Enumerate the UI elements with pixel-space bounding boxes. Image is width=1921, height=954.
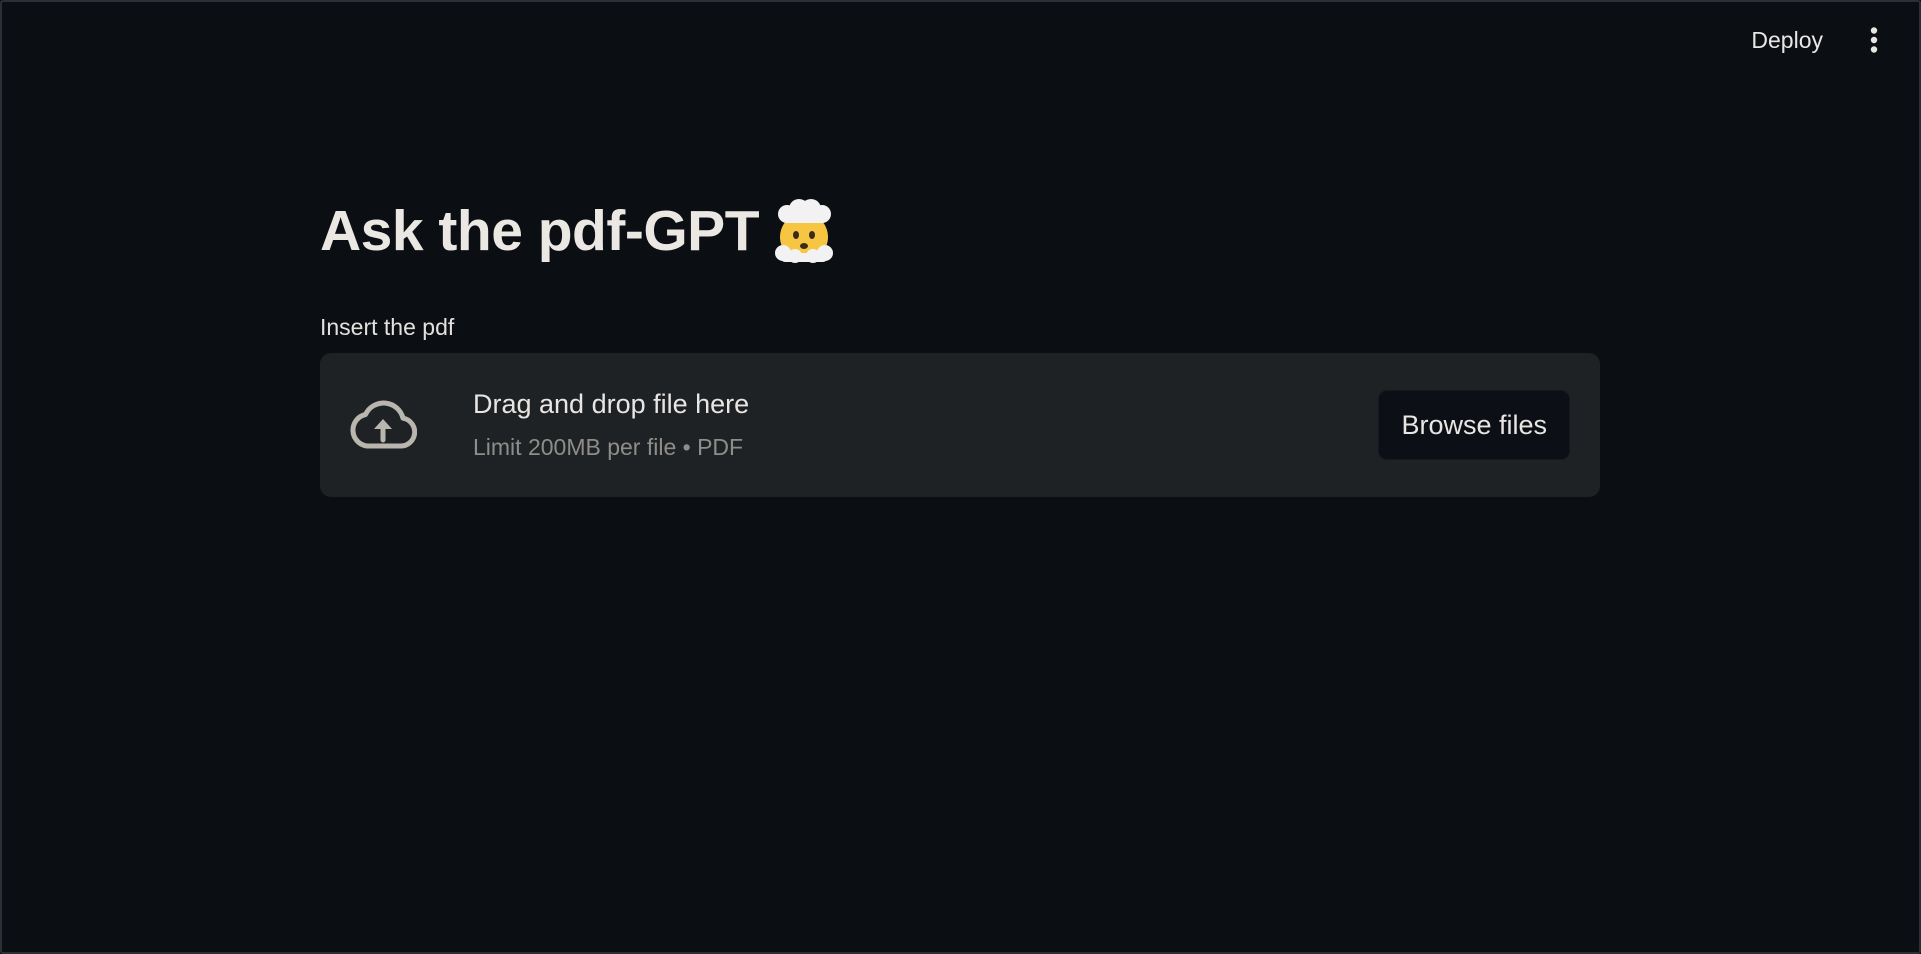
main-menu-button[interactable]	[1861, 20, 1887, 60]
uploader-label: Insert the pdf	[320, 314, 455, 340]
kebab-menu-icon	[1870, 27, 1878, 53]
dropzone-instructions: Drag and drop file here Limit 200MB per …	[473, 389, 1378, 461]
main-content: Ask the pdf-GPT Insert the pdf Drag and …	[320, 198, 1600, 497]
top-toolbar: Deploy	[1743, 20, 1887, 60]
cloud-upload-icon	[348, 390, 418, 460]
browse-files-button[interactable]: Browse files	[1378, 390, 1570, 460]
page-title: Ask the pdf-GPT	[320, 198, 1600, 264]
deploy-button[interactable]: Deploy	[1743, 21, 1831, 60]
file-dropzone[interactable]: Drag and drop file here Limit 200MB per …	[320, 353, 1600, 497]
drop-instruction-text: Drag and drop file here	[473, 389, 750, 419]
exploding-head-emoji	[775, 199, 834, 263]
page-title-text: Ask the pdf-GPT	[320, 199, 760, 263]
app-window: Deploy Ask the pdf-GPT Insert the pdf Dr…	[0, 0, 1921, 954]
file-limit-text: Limit 200MB per file • PDF	[473, 434, 744, 460]
